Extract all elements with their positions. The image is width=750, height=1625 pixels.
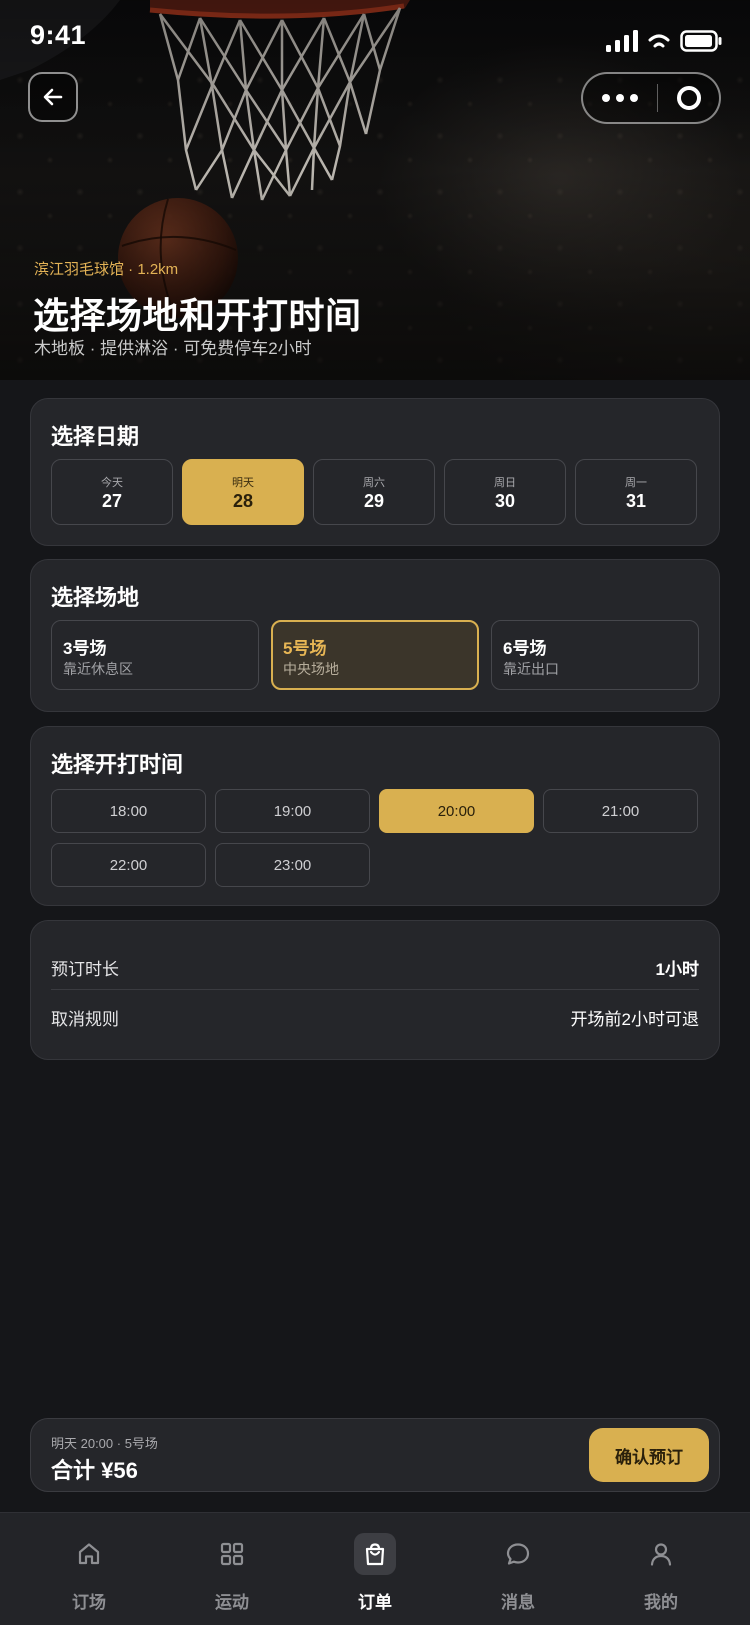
more-dot-icon [630, 94, 638, 102]
tab-label: 运动 [215, 1593, 249, 1612]
arrow-left-icon [43, 88, 63, 106]
tab-messages[interactable]: 消息 [443, 1513, 593, 1625]
home-icon [68, 1533, 110, 1575]
time-slot[interactable]: 21:00 [543, 789, 698, 833]
date-weekday: 明天 [232, 477, 254, 489]
date-option[interactable]: 周一 31 [575, 459, 697, 525]
total-price: 合计 ¥56 [51, 1458, 138, 1483]
tab-label: 消息 [501, 1593, 535, 1612]
booking-detail: 明天 20:00 · 5号场 [51, 1436, 158, 1451]
date-weekday: 周日 [494, 477, 516, 489]
court-description: 中央场地 [283, 661, 339, 677]
court-section-title: 选择场地 [51, 585, 140, 610]
court-card: 选择场地 3号场 靠近休息区 5号场 中央场地 6号场 靠近出口 [30, 559, 720, 712]
court-option-selected[interactable]: 5号场 中央场地 [271, 620, 479, 690]
venue-info: 滨江羽毛球馆 · 1.2km [34, 261, 179, 278]
confirm-booking-button[interactable]: 确认预订 [589, 1428, 709, 1482]
back-button[interactable] [28, 72, 78, 122]
tab-profile[interactable]: 我的 [586, 1513, 736, 1625]
tab-label: 我的 [644, 1593, 678, 1612]
page-title: 选择场地和开打时间 [33, 295, 362, 336]
booking-info-card: 预订时长 1小时 取消规则 开场前2小时可退 [30, 920, 720, 1060]
tab-label: 订单 [358, 1593, 392, 1612]
date-section-title: 选择日期 [51, 424, 140, 449]
date-day: 29 [363, 491, 385, 511]
time-slot-selected[interactable]: 20:00 [379, 789, 534, 833]
court-description: 靠近休息区 [63, 661, 133, 677]
time-slot[interactable]: 18:00 [51, 789, 206, 833]
more-button[interactable] [583, 74, 657, 122]
date-weekday: 周一 [625, 477, 647, 489]
cancel-policy-label: 取消规则 [51, 1009, 119, 1029]
date-weekday: 周六 [363, 477, 385, 489]
booking-summary-bar: 明天 20:00 · 5号场 合计 ¥56 确认预订 [30, 1418, 720, 1492]
status-icons [606, 30, 722, 52]
court-option[interactable]: 3号场 靠近休息区 [51, 620, 259, 690]
shopping-bag-icon [354, 1533, 396, 1575]
venue-features: 木地板 · 提供淋浴 · 可免费停车2小时 [34, 339, 312, 358]
divider [51, 989, 699, 990]
duration-value: 1小时 [655, 959, 699, 979]
person-icon [640, 1533, 682, 1575]
cancel-policy-row: 取消规则 开场前2小时可退 [51, 995, 699, 1039]
close-button[interactable] [658, 74, 719, 122]
close-ring-icon [676, 86, 701, 110]
date-card: 选择日期 今天 27 明天 28 周六 29 周日 30 周一 31 [30, 398, 720, 546]
date-day: 31 [625, 491, 647, 511]
more-dot-icon [616, 94, 624, 102]
court-option[interactable]: 6号场 靠近出口 [491, 620, 699, 690]
time-card: 选择开打时间 18:00 19:00 20:00 21:00 22:00 23:… [30, 726, 720, 906]
date-day: 30 [494, 491, 516, 511]
grid-icon [211, 1533, 253, 1575]
battery-icon [680, 30, 722, 52]
signal-icon [606, 30, 638, 52]
chat-bubble-icon [497, 1533, 539, 1575]
time-section-title: 选择开打时间 [51, 752, 184, 777]
tab-orders[interactable]: 订单 [300, 1513, 450, 1625]
wifi-icon [648, 34, 670, 48]
status-time: 9:41 [30, 20, 87, 50]
date-option-selected[interactable]: 明天 28 [182, 459, 304, 525]
cancel-policy-value: 开场前2小时可退 [570, 1009, 699, 1029]
date-weekday: 今天 [101, 477, 123, 489]
date-option[interactable]: 今天 27 [51, 459, 173, 525]
court-name: 3号场 [63, 639, 107, 658]
date-option[interactable]: 周六 29 [313, 459, 435, 525]
duration-row: 预订时长 1小时 [51, 945, 699, 989]
tab-sports[interactable]: 运动 [157, 1513, 307, 1625]
mini-program-capsule [581, 72, 721, 124]
court-description: 靠近出口 [503, 661, 559, 677]
more-dot-icon [602, 94, 610, 102]
time-slot[interactable]: 22:00 [51, 843, 206, 887]
tab-label: 订场 [72, 1593, 106, 1612]
time-slot[interactable]: 23:00 [215, 843, 370, 887]
court-name: 5号场 [283, 639, 327, 658]
date-option[interactable]: 周日 30 [444, 459, 566, 525]
date-day: 28 [232, 491, 254, 511]
court-name: 6号场 [503, 639, 547, 658]
tab-booking[interactable]: 订场 [14, 1513, 164, 1625]
date-day: 27 [101, 491, 123, 511]
time-slot[interactable]: 19:00 [215, 789, 370, 833]
bottom-tab-bar: 订场 运动 订单 消息 我的 [0, 1512, 750, 1625]
hero-banner: 9:41 滨江羽毛球馆 · 1.2km 选择场地和开打时间 木地板 · 提供淋浴… [0, 0, 750, 380]
duration-label: 预订时长 [51, 959, 119, 979]
